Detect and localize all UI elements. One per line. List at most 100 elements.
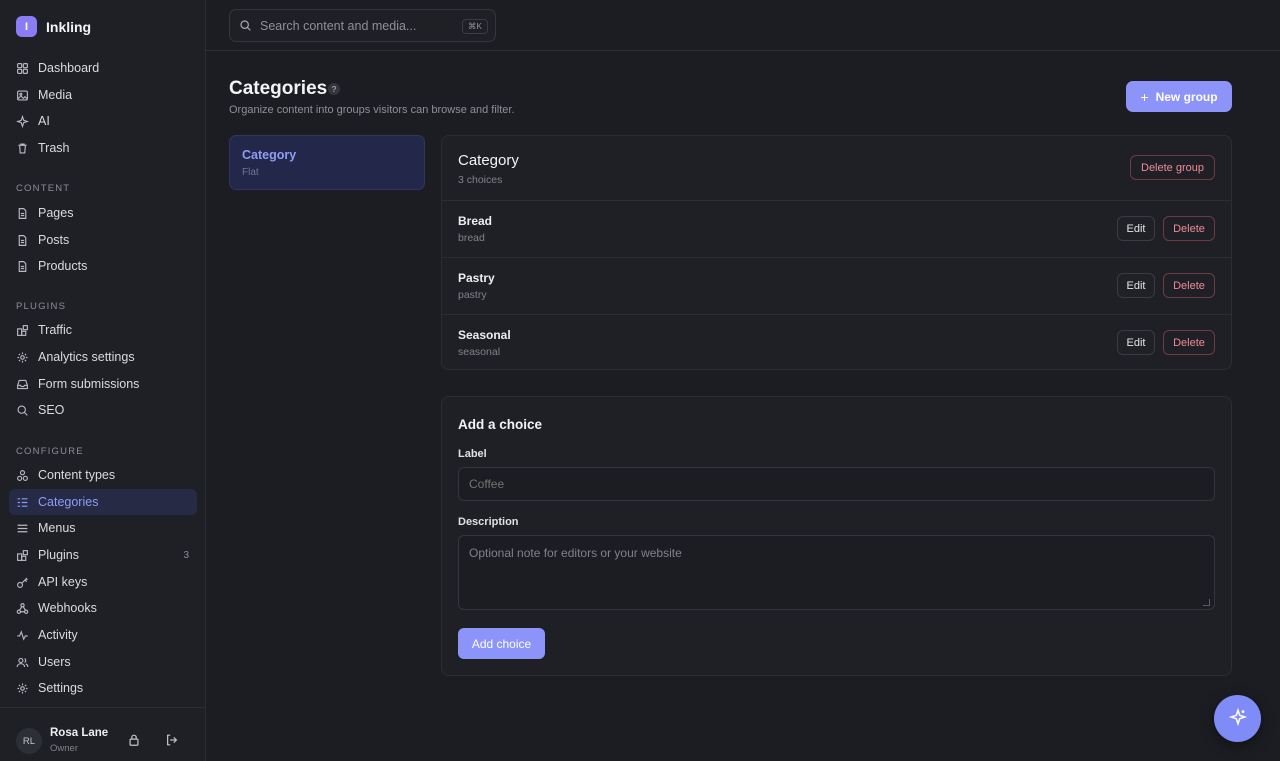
gear-icon (16, 351, 29, 364)
sidebar-item-pages[interactable]: Pages (9, 200, 197, 226)
sidebar-item-label: Analytics settings (38, 350, 135, 364)
resize-handle[interactable] (1203, 599, 1210, 606)
edit-choice-button[interactable]: Edit (1117, 330, 1155, 355)
label-input[interactable] (458, 467, 1215, 501)
sidebar-item-label: Dashboard (38, 61, 100, 75)
form-title: Add a choice (458, 417, 543, 432)
search-input[interactable]: Search content and media... ⌘K (229, 9, 496, 42)
lock-icon[interactable] (127, 733, 141, 747)
brand[interactable]: I Inkling (16, 16, 91, 37)
sidebar-item-plugins[interactable]: Plugins 3 (9, 542, 197, 568)
sidebar-item-label: Posts (38, 233, 70, 247)
grid-icon (16, 62, 29, 75)
sidebar-item-settings[interactable]: Settings (9, 675, 197, 701)
sidebar-item-dashboard[interactable]: Dashboard (9, 55, 197, 81)
logout-icon[interactable] (165, 733, 179, 747)
choice-label: Pastry (458, 271, 495, 285)
plugins-count-badge: 3 (183, 549, 189, 561)
sidebar: I Inkling Dashboard Media AI Trash CONTE… (0, 0, 206, 761)
description-input[interactable]: Optional note for editors or your websit… (458, 535, 1215, 610)
sidebar-item-menus[interactable]: Menus (9, 515, 197, 541)
sidebar-item-posts[interactable]: Posts (9, 227, 197, 253)
user-footer: RL Rosa Lane Owner (0, 707, 206, 761)
sidebar-item-label: Settings (38, 681, 84, 695)
group-name: Category (242, 148, 297, 162)
gear-icon (16, 682, 29, 695)
sidebar-item-content-types[interactable]: Content types (9, 462, 197, 488)
sidebar-item-webhooks[interactable]: Webhooks (9, 595, 197, 621)
sidebar-item-ai[interactable]: AI (9, 108, 197, 134)
sparkle-icon (1228, 707, 1247, 729)
sidebar-item-form-submissions[interactable]: Form submissions (9, 371, 197, 397)
sidebar-item-label: Webhooks (38, 601, 97, 615)
description-placeholder: Optional note for editors or your websit… (469, 546, 682, 560)
new-group-button[interactable]: + New group (1126, 81, 1232, 112)
puzzle-icon (16, 549, 29, 562)
sidebar-item-api-keys[interactable]: API keys (9, 569, 197, 595)
document-icon (16, 260, 29, 273)
add-choice-form: Add a choice Label Description Optional … (441, 396, 1232, 676)
choice-label: Bread (458, 214, 493, 228)
help-icon[interactable]: ? (328, 83, 340, 95)
delete-choice-button[interactable]: Delete (1163, 330, 1215, 355)
sidebar-item-label: Content types (38, 468, 116, 482)
webhook-icon (16, 602, 29, 615)
sidebar-item-label: Users (38, 655, 71, 669)
sidebar-item-analytics-settings[interactable]: Analytics settings (9, 344, 197, 370)
shapes-icon (16, 469, 29, 482)
sidebar-item-label: Traffic (38, 323, 73, 337)
user-role: Owner (50, 743, 78, 754)
sidebar-item-users[interactable]: Users (9, 649, 197, 675)
label-field-label: Label (458, 448, 487, 460)
sidebar-item-media[interactable]: Media (9, 82, 197, 108)
ai-assistant-button[interactable] (1214, 695, 1261, 742)
edit-choice-button[interactable]: Edit (1117, 273, 1155, 298)
divider (442, 200, 1231, 201)
plus-icon: + (1140, 88, 1149, 105)
topbar: Search content and media... ⌘K (206, 0, 1280, 51)
section-label-content: CONTENT (16, 183, 71, 194)
delete-choice-button[interactable]: Delete (1163, 216, 1215, 241)
search-icon (16, 404, 29, 417)
delete-choice-button[interactable]: Delete (1163, 273, 1215, 298)
sidebar-item-label: Media (38, 88, 73, 102)
sidebar-item-seo[interactable]: SEO (9, 397, 197, 423)
app-name: Inkling (46, 18, 92, 35)
document-icon (16, 207, 29, 220)
divider (442, 314, 1231, 315)
app-logo: I (16, 16, 37, 37)
sidebar-item-traffic[interactable]: Traffic (9, 317, 197, 343)
sidebar-item-label: Form submissions (38, 377, 140, 391)
sidebar-item-products[interactable]: Products (9, 253, 197, 279)
sidebar-item-label: Activity (38, 628, 78, 642)
sidebar-item-activity[interactable]: Activity (9, 622, 197, 648)
sparkle-icon (16, 114, 29, 128)
choice-count: 3 choices (458, 174, 503, 186)
sidebar-item-label: Products (38, 259, 88, 273)
edit-choice-button[interactable]: Edit (1117, 216, 1155, 241)
search-placeholder: Search content and media... (260, 18, 417, 33)
sidebar-item-categories[interactable]: Categories (9, 489, 197, 515)
sidebar-item-label: API keys (38, 575, 88, 589)
search-shortcut: ⌘K (461, 19, 488, 34)
group-type: Flat (242, 167, 259, 178)
avatar[interactable]: RL (16, 728, 42, 754)
new-group-label: New group (1155, 89, 1218, 104)
add-choice-button[interactable]: Add choice (458, 628, 545, 659)
delete-group-button[interactable]: Delete group (1130, 155, 1215, 180)
key-icon (16, 576, 29, 589)
choice-label: Seasonal (458, 328, 511, 342)
sidebar-item-label: Menus (38, 521, 76, 535)
group-detail-panel: Category 3 choices Delete group Bread br… (441, 135, 1232, 370)
user-name: Rosa Lane (50, 727, 109, 739)
document-icon (16, 234, 29, 247)
list-icon (16, 496, 29, 509)
choice-slug: bread (458, 232, 485, 244)
section-label-plugins: PLUGINS (16, 301, 67, 312)
choice-slug: seasonal (458, 346, 501, 358)
group-list-item[interactable]: Category Flat (229, 135, 425, 190)
choice-slug: pastry (458, 289, 487, 301)
page-subtitle: Organize content into groups visitors ca… (229, 104, 515, 116)
description-field-label: Description (458, 516, 519, 528)
sidebar-item-trash[interactable]: Trash (9, 135, 197, 161)
